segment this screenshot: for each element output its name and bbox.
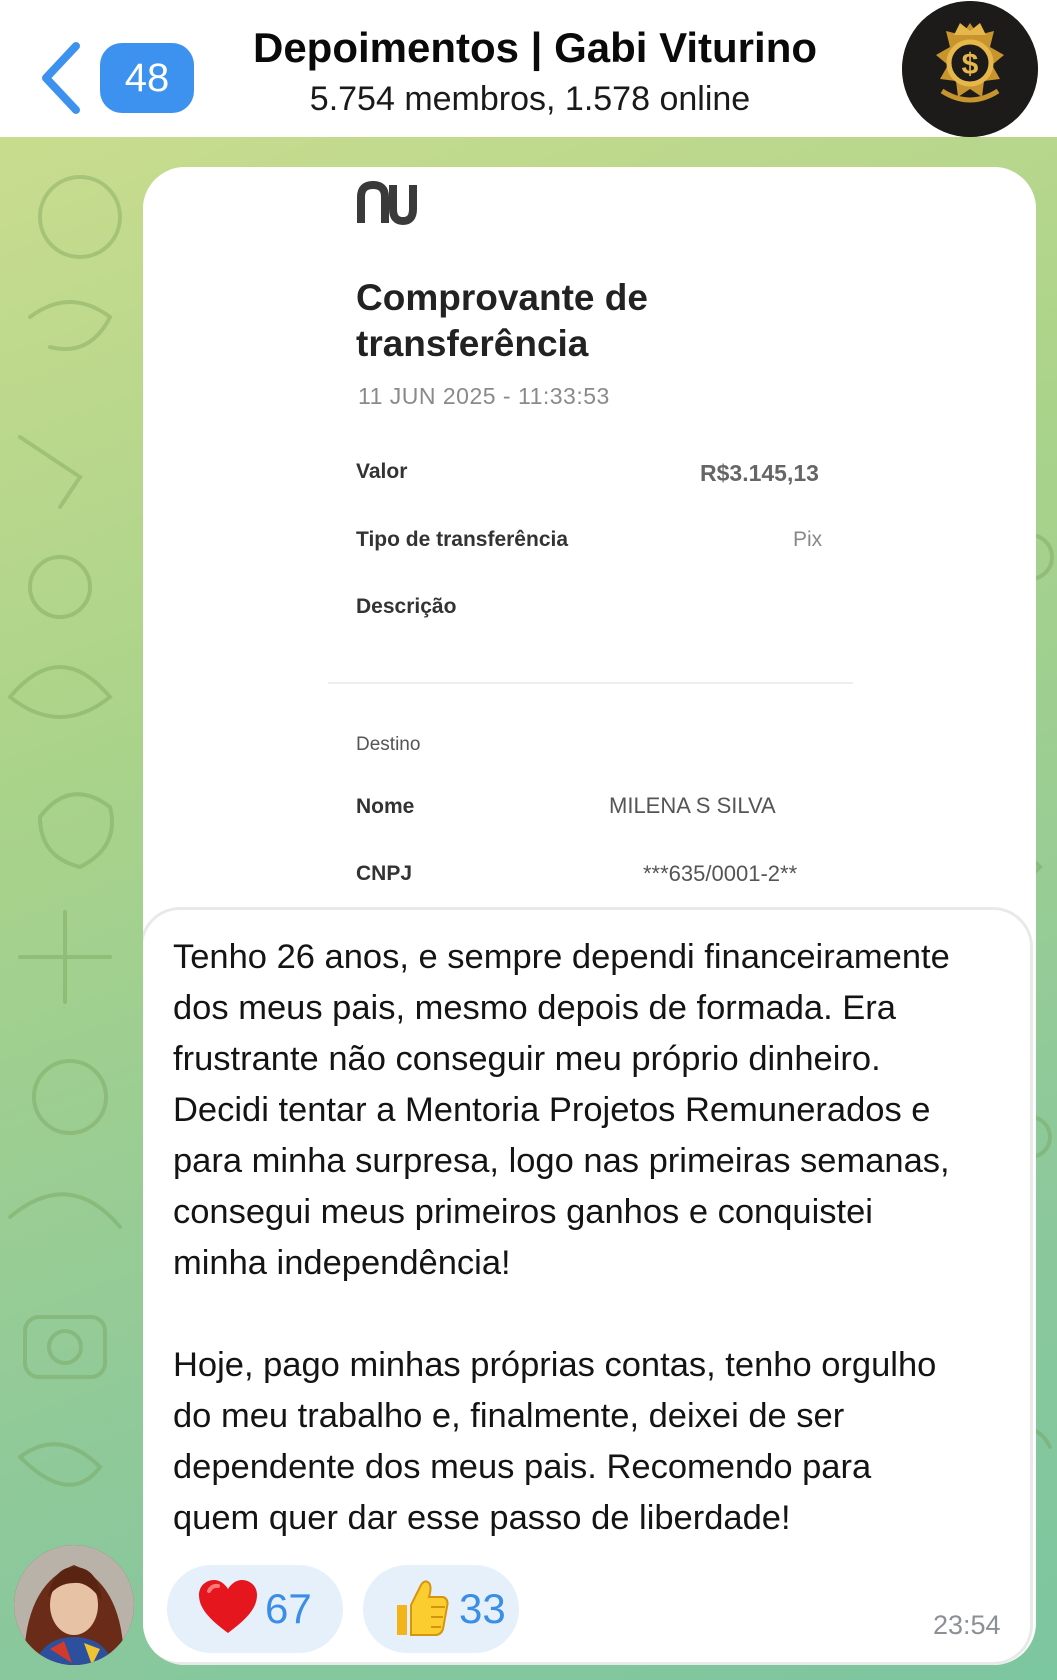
thumbs-up-icon — [397, 1580, 449, 1636]
nubank-logo — [357, 180, 417, 226]
sender-avatar[interactable] — [14, 1545, 134, 1665]
unread-count-badge[interactable]: 48 — [100, 43, 194, 113]
receipt-divider — [328, 682, 853, 684]
reaction-thumbs-up-count: 33 — [459, 1585, 506, 1632]
receipt-label-nome: Nome — [356, 795, 415, 818]
receipt-label-cnpj: CNPJ — [356, 862, 413, 885]
red-heart-icon — [199, 1580, 257, 1633]
chat-title[interactable]: Depoimentos | Gabi Viturino — [200, 24, 870, 72]
chat-member-status: 5.754 membros, 1.578 online — [309, 80, 751, 118]
message-caption: Tenho 26 anos, e sempre dependi financei… — [173, 938, 950, 1537]
reaction-thumbs-up[interactable]: 33 — [363, 1565, 519, 1653]
gold-coin-badge-icon: $ — [902, 1, 1038, 137]
receipt-label-descricao: Descrição — [356, 595, 457, 618]
receipt-value-cnpj: ***635/0001-2** — [643, 861, 798, 886]
channel-avatar[interactable]: $ — [902, 1, 1038, 137]
sender-photo — [14, 1545, 134, 1665]
receipt-label-valor: Valor — [356, 460, 408, 483]
svg-text:$: $ — [962, 48, 979, 81]
reaction-heart-count: 67 — [265, 1585, 312, 1632]
chat-header: 48 Depoimentos | Gabi Viturino 5.754 mem… — [0, 0, 1057, 137]
receipt-title: Comprovante de transferência — [356, 277, 648, 364]
receipt-value-valor: R$3.145,13 — [700, 460, 819, 486]
receipt-image[interactable]: Comprovante de transferência 11 JUN 2025… — [143, 167, 1036, 907]
receipt-section-destino: Destino — [356, 734, 421, 755]
message-bubble[interactable]: Comprovante de transferência 11 JUN 2025… — [143, 167, 1036, 1665]
chevron-left-icon[interactable] — [38, 40, 86, 116]
message-timestamp: 23:54 — [933, 1610, 1001, 1640]
reaction-heart[interactable]: 67 — [167, 1565, 343, 1653]
receipt-value-tipo: Pix — [793, 528, 823, 551]
receipt-date: 11 JUN 2025 - 11:33:53 — [358, 383, 610, 409]
receipt-value-nome: MILENA S SILVA — [609, 793, 776, 818]
receipt-label-tipo: Tipo de transferência — [356, 528, 569, 551]
message-caption-card: Tenho 26 anos, e sempre dependi financei… — [143, 907, 1033, 1665]
